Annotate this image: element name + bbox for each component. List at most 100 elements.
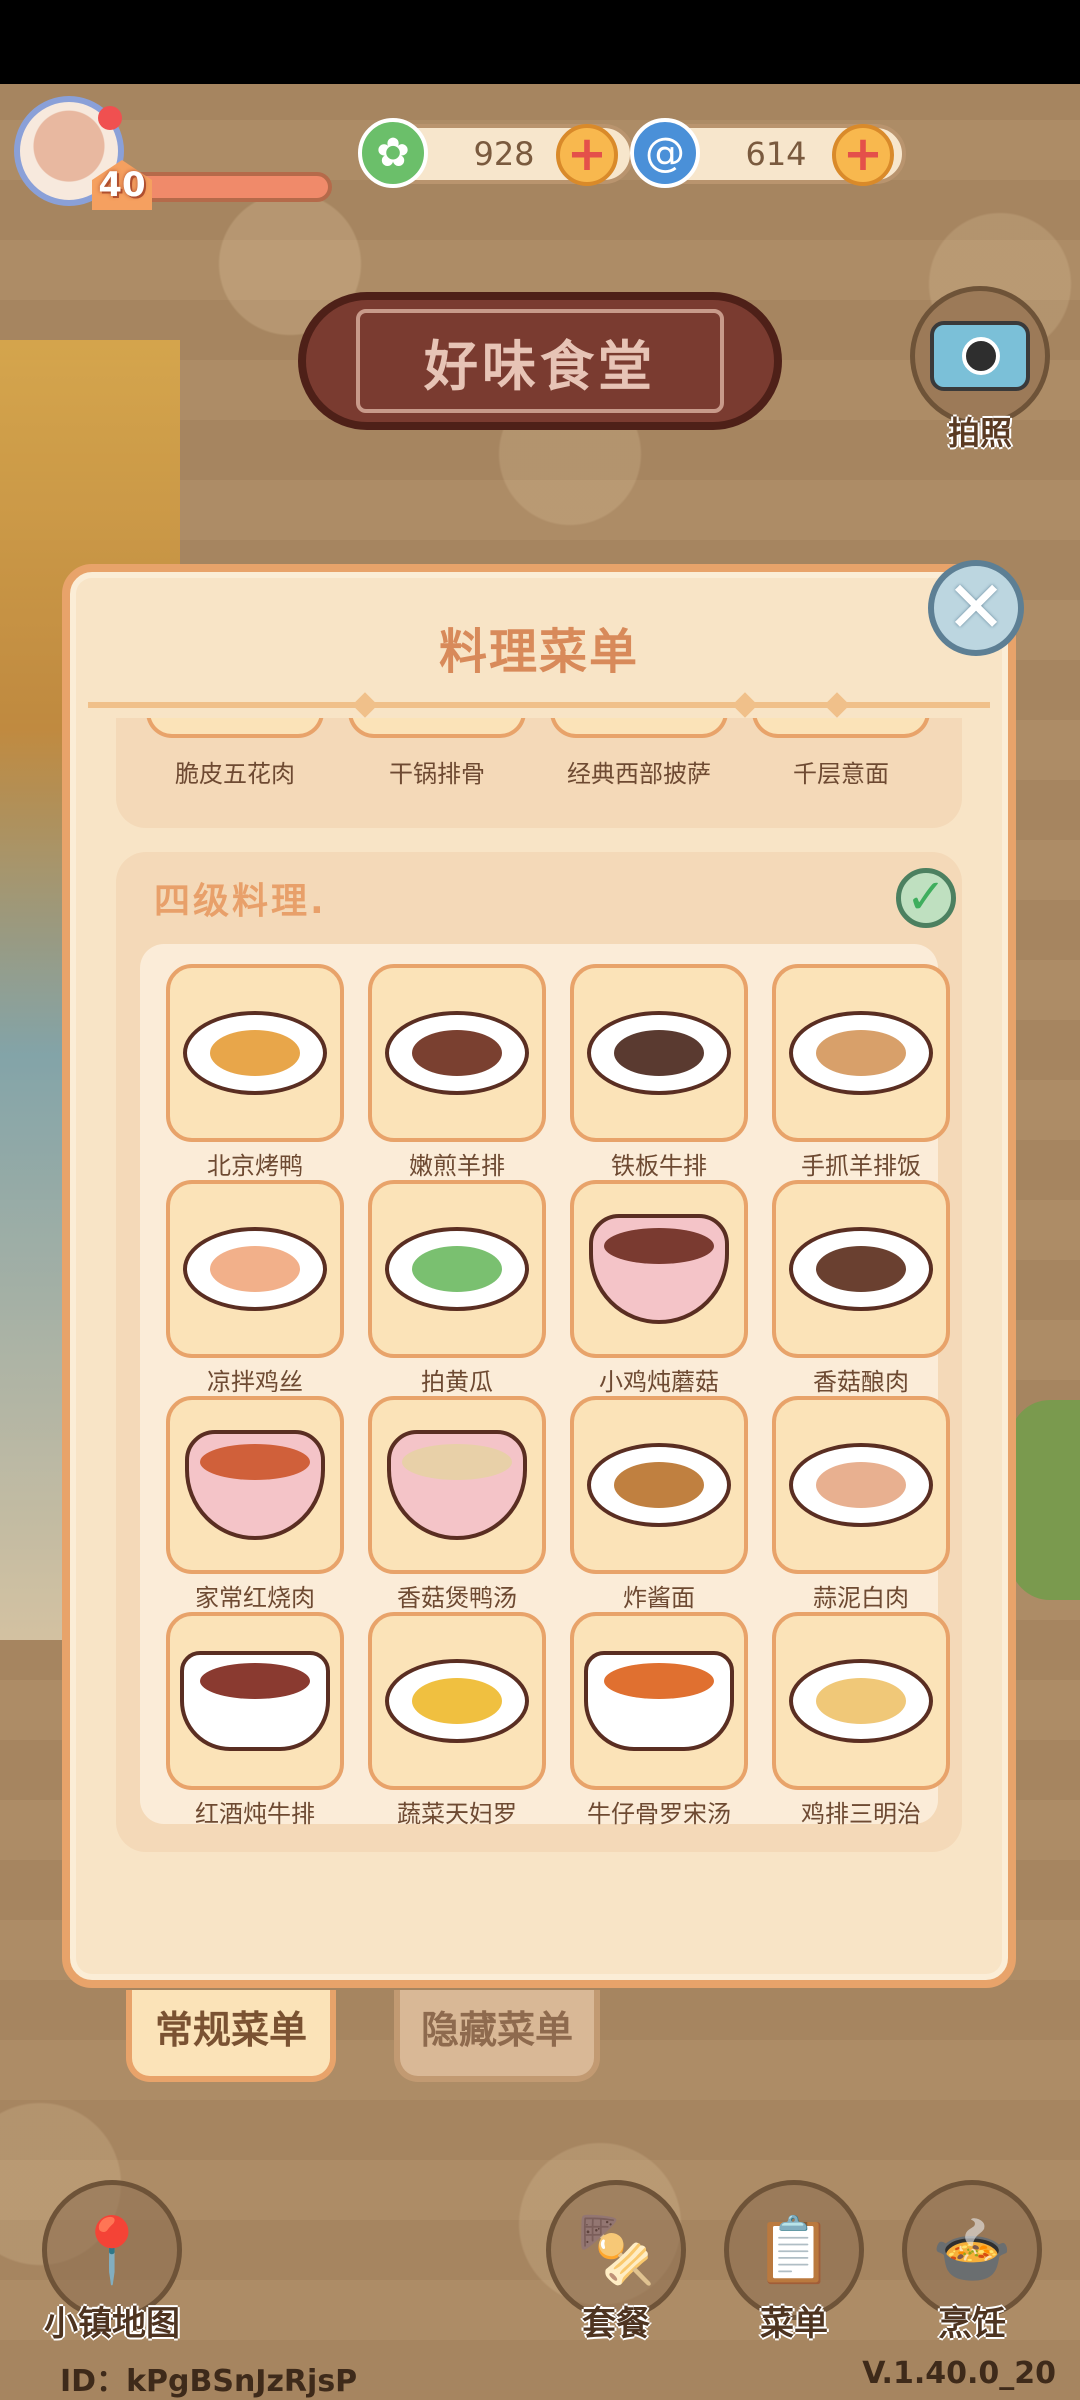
dish-card[interactable] [146,718,324,738]
dish-card[interactable] [570,1612,748,1790]
dish-item[interactable]: 鸡排三明治 [772,1612,950,1829]
plate-icon [385,1011,529,1095]
tier-four-block: 四级料理. ✓ 北京烤鸭 嫩煎羊排 铁板牛排 手抓羊排饭凉拌鸡丝 拍黄瓜 小鸡炖蘑菇 香菇酿… [116,852,962,1852]
food-icon [402,1444,512,1480]
dish-name: 蔬菜天妇罗 [397,1800,517,1828]
dish-card[interactable] [368,1396,546,1574]
plate-icon [587,1443,731,1527]
dish-card[interactable] [368,1612,546,1790]
dish-name: 凉拌鸡丝 [207,1368,303,1396]
dish-card[interactable] [348,718,526,738]
dish-item[interactable]: 香菇煲鸭汤 [368,1396,546,1613]
close-button[interactable]: ✕ [928,560,1024,656]
camera-button[interactable] [910,286,1050,426]
dish-item[interactable]: 蒜泥白肉 [772,1396,950,1613]
dish-name: 香菇酿肉 [813,1368,909,1396]
bowl-icon [185,1430,325,1540]
notification-dot [98,106,122,130]
previous-tier-block: 脆皮五花肉 干锅排骨 经典西部披萨 千层意面 [116,718,962,828]
dish-name: 嫩煎羊排 [409,1152,505,1180]
food-icon [412,1678,502,1724]
dish-card[interactable] [570,1180,748,1358]
plate-icon [183,1227,327,1311]
completed-check-icon: ✓ [896,868,956,928]
map-pin-icon: 📍 [72,2213,152,2288]
bowl-icon [387,1430,527,1540]
dish-name: 北京烤鸭 [207,1152,303,1180]
pot-icon [180,1651,330,1751]
dish-item[interactable]: 蔬菜天妇罗 [368,1612,546,1829]
dish-item[interactable]: 香菇酿肉 [772,1180,950,1397]
restaurant-signboard: 好味食堂 [298,292,782,430]
plate-icon [789,1443,933,1527]
dish-card[interactable] [772,964,950,1142]
dish-name: 千层意面 [793,760,889,788]
recipe-menu-panel: 料理菜单 脆皮五花肉 干锅排骨 经典西部披萨 千层意面 四级料理. ✓ 北京烤鸭… [62,564,1016,1988]
dish-name: 干锅排骨 [389,760,485,788]
dish-card[interactable] [166,1612,344,1790]
dish-item[interactable]: 小鸡炖蘑菇 [570,1180,748,1397]
dish-name: 香菇煲鸭汤 [397,1584,517,1612]
dish-name: 家常红烧肉 [195,1584,315,1612]
dish-card[interactable] [772,1396,950,1574]
dish-item[interactable]: 手抓羊排饭 [772,964,950,1181]
dish-card[interactable] [368,964,546,1142]
dish-card[interactable] [166,1180,344,1358]
dish-name: 拍黄瓜 [421,1368,493,1396]
dish-item[interactable]: 家常红烧肉 [166,1396,344,1613]
dish-card[interactable] [166,964,344,1142]
food-icon [816,1462,906,1508]
food-icon [604,1663,714,1699]
title-divider [88,702,990,708]
dish-card[interactable] [752,718,930,738]
food-icon [412,1246,502,1292]
clipboard-icon: 📋 [754,2213,834,2288]
pot-icon [584,1651,734,1751]
skewer-icon: 🍢 [576,2213,656,2288]
recipe-scroll-area[interactable]: 脆皮五花肉 干锅排骨 经典西部披萨 千层意面 四级料理. ✓ 北京烤鸭 嫩煎羊排 铁… [96,718,982,1934]
dish-name: 经典西部披萨 [567,760,711,788]
restaurant-name: 好味食堂 [356,309,724,413]
divider-ornament [824,692,850,718]
dish-item[interactable]: 炸酱面 [570,1396,748,1613]
dish-name: 鸡排三明治 [801,1800,921,1828]
dish-name: 脆皮五花肉 [175,760,295,788]
add-swirl-button[interactable]: + [832,124,894,186]
dish-card[interactable] [772,1180,950,1358]
dish-card[interactable] [570,1396,748,1574]
leaf-count: 928 [473,135,535,173]
food-icon [210,1246,300,1292]
food-icon [816,1678,906,1724]
dish-item[interactable]: 凉拌鸡丝 [166,1180,344,1397]
dish-item[interactable]: 拍黄瓜 [368,1180,546,1397]
camera-icon [930,321,1030,391]
add-leaf-button[interactable]: + [556,124,618,186]
tier-title: 四级料理. [154,881,327,922]
camera-label: 拍照 [947,414,1012,452]
dish-name: 小鸡炖蘑菇 [599,1368,719,1396]
pot-icon: 🍲 [932,2213,1012,2288]
town-map-label: 小镇地图 [44,2304,180,2344]
dish-card[interactable] [772,1612,950,1790]
plate-icon [789,1011,933,1095]
food-icon [412,1030,502,1076]
tab-hidden-menu[interactable]: 隐藏菜单 [394,1990,600,2082]
dish-card[interactable] [368,1180,546,1358]
dish-name: 红酒炖牛排 [195,1800,315,1828]
dish-card[interactable] [166,1396,344,1574]
plate-icon [587,1011,731,1095]
player-id: ID：kPgBSnJzRjsP [60,2364,358,2399]
food-icon [200,1444,310,1480]
dish-item[interactable]: 嫩煎羊排 [368,964,546,1181]
status-bar [0,0,1080,84]
combo-label: 套餐 [582,2304,650,2344]
dish-item[interactable]: 牛仔骨罗宋汤 [570,1612,748,1829]
tab-regular-menu[interactable]: 常规菜单 [126,1990,336,2082]
dish-item[interactable]: 红酒炖牛排 [166,1612,344,1829]
dish-name: 炸酱面 [623,1584,695,1612]
dish-card[interactable] [550,718,728,738]
dish-item[interactable]: 北京烤鸭 [166,964,344,1181]
dish-item[interactable]: 铁板牛排 [570,964,748,1181]
food-icon [614,1030,704,1076]
dish-card[interactable] [570,964,748,1142]
